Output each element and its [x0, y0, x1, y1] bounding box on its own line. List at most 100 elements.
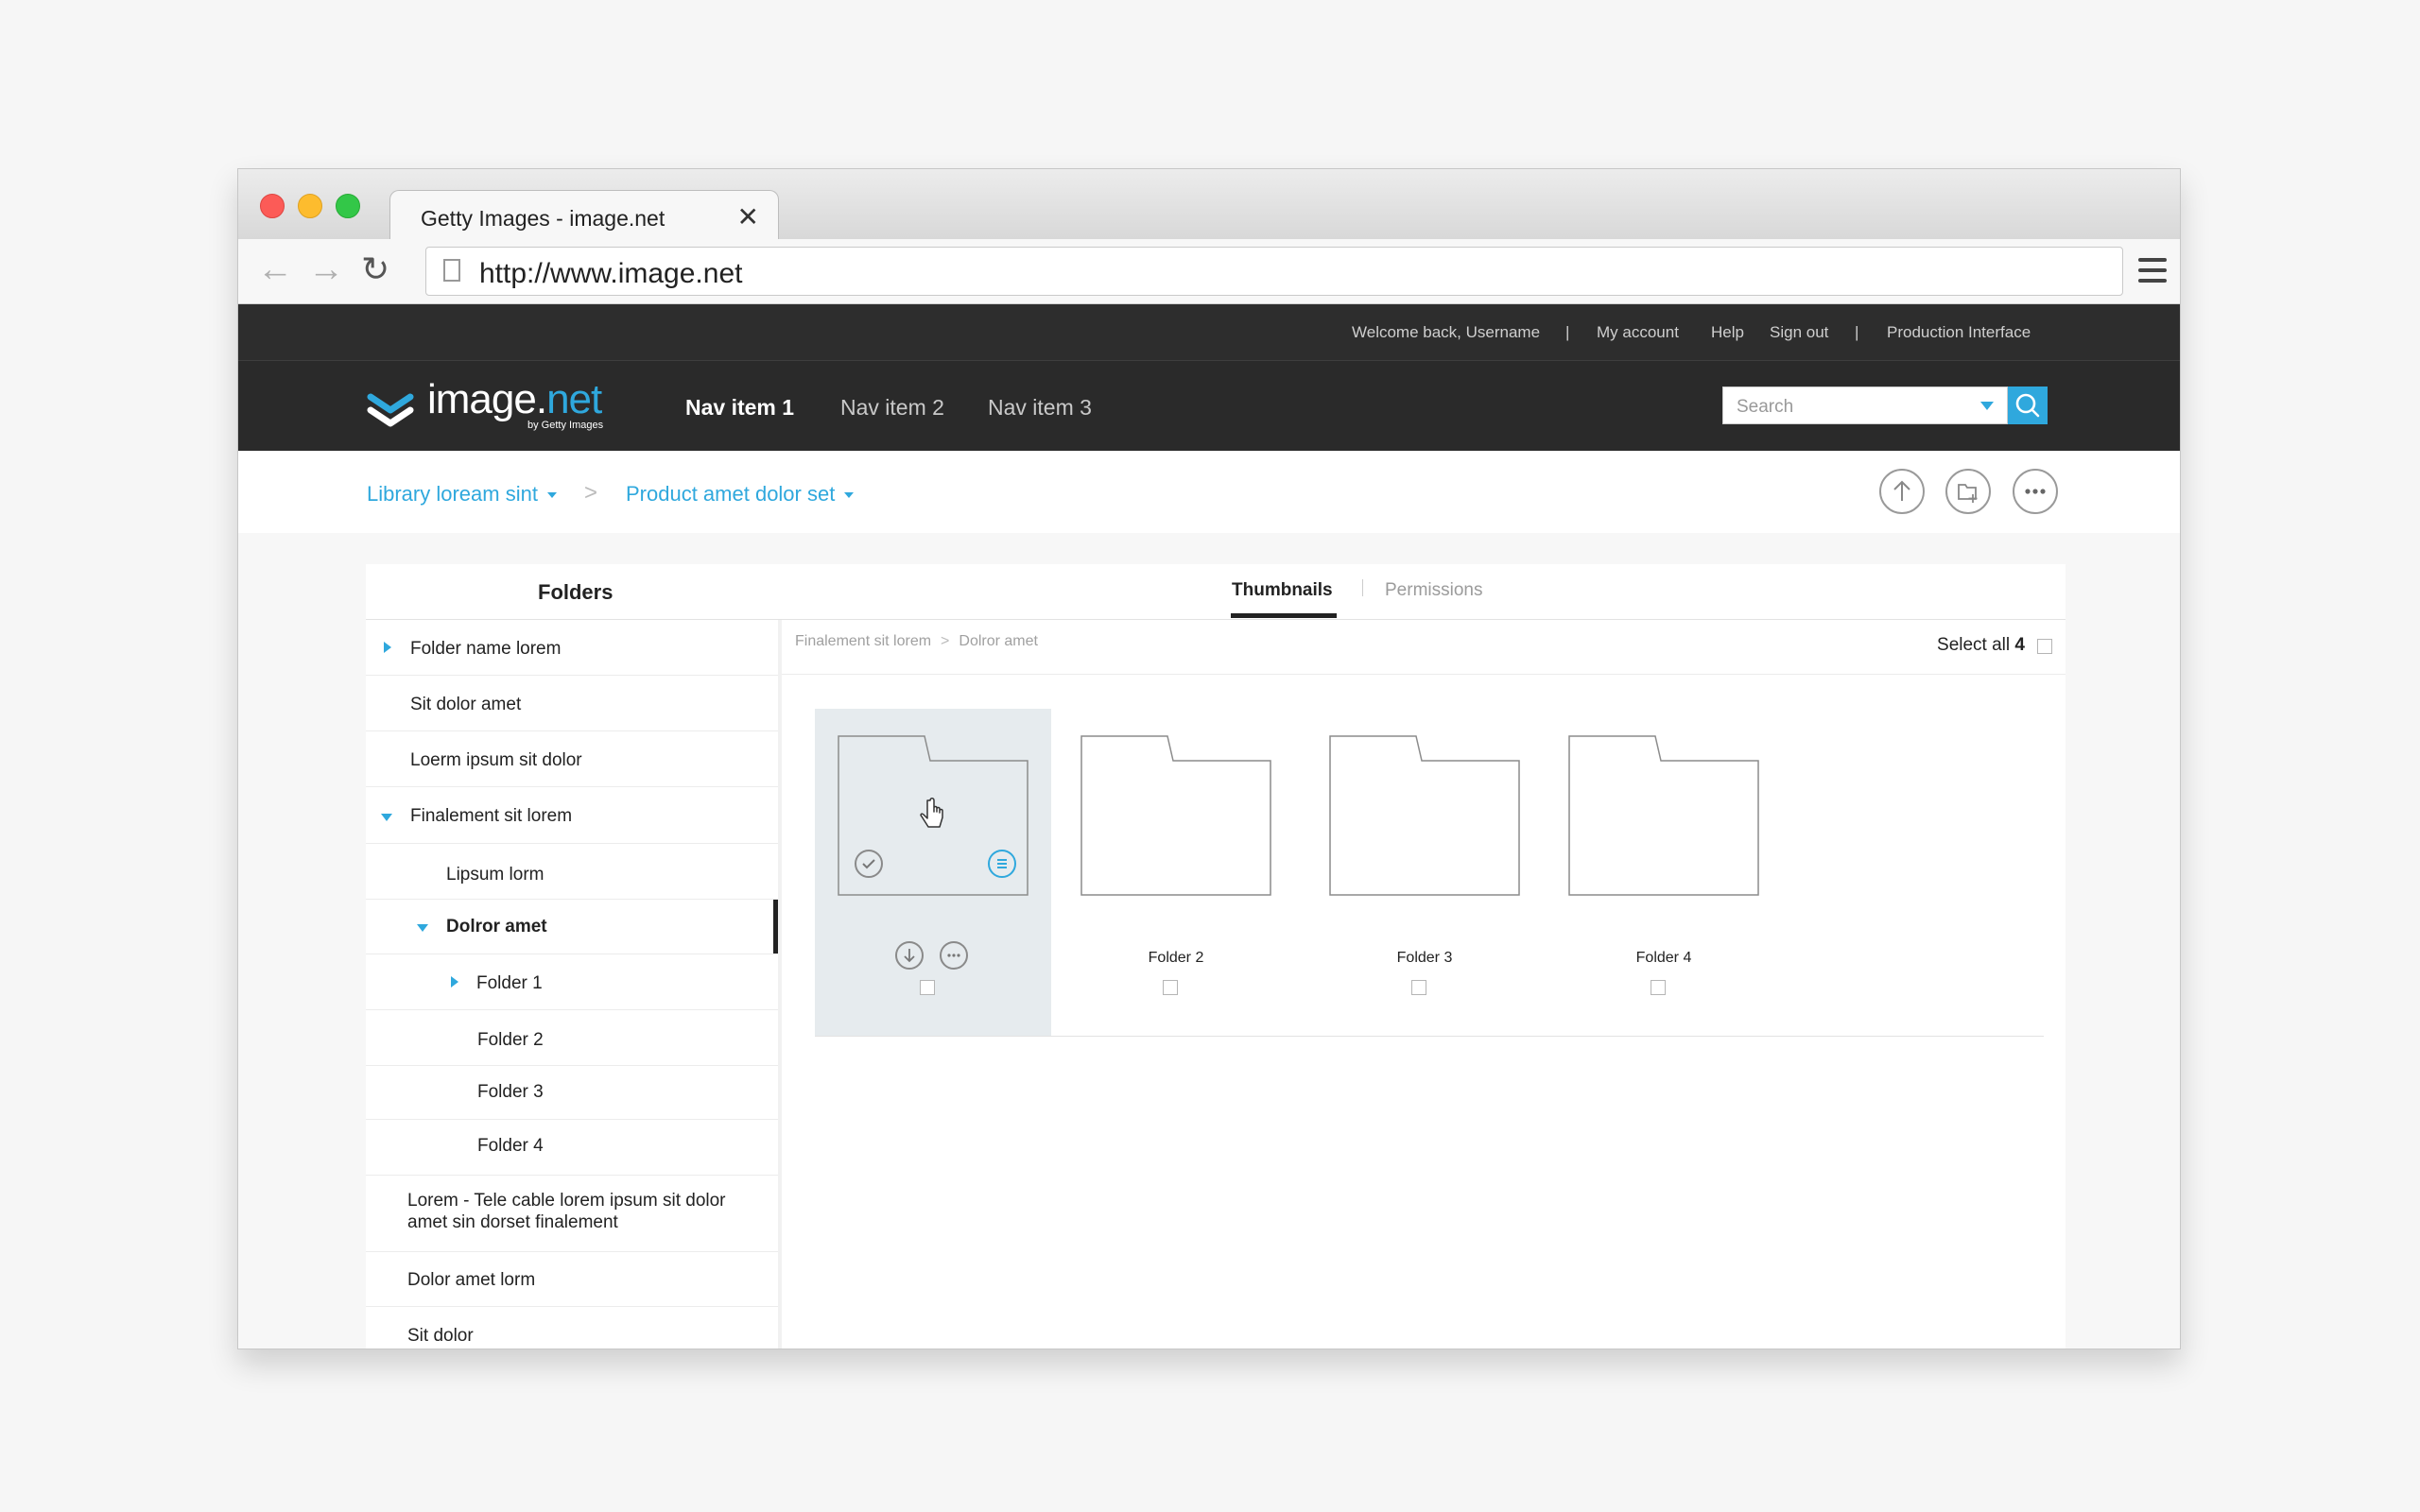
tree-item[interactable]: Lipsum lorm [366, 844, 778, 900]
caret-right-icon[interactable] [384, 642, 391, 653]
trail-item[interactable]: Finalement sit lorem [795, 633, 931, 649]
card-more-button[interactable] [940, 941, 968, 970]
nav-item-3[interactable]: Nav item 3 [988, 395, 1092, 421]
search-scope-dropdown-icon[interactable] [1980, 402, 1994, 410]
folder-checkbox[interactable] [1163, 980, 1178, 995]
help-link[interactable]: Help [1711, 323, 1744, 342]
tree-item-label: Sit dolor [407, 1326, 474, 1346]
tree-item[interactable]: Sit dolor amet [366, 676, 778, 731]
trail-item[interactable]: Dolror amet [959, 633, 1038, 649]
tree-item-label: Dolror amet [446, 917, 547, 936]
add-folder-icon [1958, 484, 1978, 503]
chevron-down-icon [546, 492, 557, 499]
upload-icon [1893, 480, 1910, 501]
folders-title: Folders [538, 580, 614, 604]
details-icon [997, 859, 1007, 868]
production-interface-link[interactable]: Production Interface [1887, 323, 2031, 342]
tree-item[interactable]: Folder 2 [366, 1010, 778, 1066]
selection-indicator [773, 900, 778, 954]
folder-card[interactable]: Folder 2 [1058, 709, 1294, 1036]
more-icon [2025, 489, 2046, 494]
my-account-link[interactable]: My account [1597, 323, 1679, 342]
address-bar[interactable]: http://www.image.net [425, 247, 2123, 296]
reload-icon[interactable]: ↻ [361, 250, 389, 288]
logo-mark-icon [367, 393, 414, 427]
tree-item-label: Folder 1 [476, 973, 543, 993]
search-button[interactable] [2008, 387, 2048, 424]
search-placeholder: Search [1737, 397, 1794, 417]
tree-item[interactable]: Finalement sit lorem [366, 787, 778, 844]
maximize-window-button[interactable] [336, 194, 360, 218]
tree-item-label: Finalement sit lorem [410, 806, 573, 826]
search-input[interactable]: Search [1722, 387, 2008, 424]
tree-item[interactable]: Folder name lorem [366, 620, 778, 676]
tree-item[interactable]: Folder 1 [366, 954, 778, 1010]
download-button[interactable] [895, 941, 924, 970]
library-panel: Folders Thumbnails Permissions Folder na… [366, 564, 2066, 1349]
tree-item-label: Lipsum lorm [446, 865, 544, 885]
tree-item-label: Folder name lorem [410, 639, 562, 659]
tree-item-label: Dolor amet lorm [407, 1270, 536, 1290]
welcome-text: Welcome back, Username [1352, 323, 1541, 341]
product-dropdown[interactable]: Product amet dolor set [626, 482, 855, 507]
nav-item-2[interactable]: Nav item 2 [840, 395, 944, 421]
caret-down-icon[interactable] [381, 814, 392, 821]
folder-checkbox[interactable] [920, 980, 935, 995]
more-icon [947, 954, 960, 957]
folder-icon [1080, 735, 1271, 896]
tree-item[interactable]: Folder 3 [366, 1066, 778, 1120]
active-tab-indicator [1231, 613, 1337, 618]
folder-icon [1568, 735, 1759, 896]
tree-item[interactable]: Sit dolor [366, 1307, 778, 1349]
folder-label: Folder 3 [1396, 950, 1453, 966]
add-folder-button[interactable] [1945, 469, 1991, 514]
sign-out-link[interactable]: Sign out [1770, 323, 1828, 342]
upload-button[interactable] [1879, 469, 1925, 514]
close-window-button[interactable] [260, 194, 285, 218]
tab-close-icon[interactable]: ✕ [737, 201, 759, 232]
browser-titlebar: Getty Images - image.net ✕ [238, 169, 2180, 241]
more-options-button[interactable] [2013, 469, 2058, 514]
main-nav: image.net by Getty Images Nav item 1 Nav… [238, 361, 2180, 451]
tab-title: Getty Images - image.net [421, 206, 666, 231]
tree-item[interactable]: Dolor amet lorm [366, 1252, 778, 1307]
content-breadcrumb: Finalement sit lorem > Dolror amet [795, 633, 1038, 650]
util-separator: | [1565, 323, 1570, 341]
folder-card[interactable] [815, 709, 1051, 1036]
folder-card[interactable]: Folder 3 [1306, 709, 1543, 1036]
library-dropdown[interactable]: Library loream sint [367, 482, 557, 507]
tree-item-selected[interactable]: Dolror amet [366, 900, 778, 954]
tree-item[interactable]: Loerm ipsum sit dolor [366, 731, 778, 787]
folder-card[interactable]: Folder 4 [1546, 709, 1782, 1036]
check-icon [862, 859, 875, 869]
hamburger-menu-icon[interactable] [2138, 258, 2167, 283]
util-separator: | [1855, 323, 1859, 341]
download-icon [904, 949, 915, 963]
cursor-hand-icon [920, 798, 943, 828]
breadcrumb-separator: > [584, 480, 598, 506]
folder-checkbox[interactable] [1651, 980, 1666, 995]
back-arrow-icon[interactable]: ← [257, 250, 293, 288]
tab-divider [1362, 579, 1363, 596]
nav-item-1[interactable]: Nav item 1 [685, 395, 794, 421]
browser-window: Getty Images - image.net ✕ ← → ↻ http://… [237, 168, 2181, 1349]
tree-item-label: Folder 2 [477, 1030, 544, 1050]
minimize-window-button[interactable] [298, 194, 322, 218]
caret-down-icon[interactable] [417, 924, 428, 932]
details-button[interactable] [988, 850, 1016, 878]
content-toolbar: Finalement sit lorem > Dolror amet Select … [782, 620, 2066, 675]
url-text[interactable]: http://www.image.net [479, 258, 742, 290]
tree-item[interactable]: Folder 4 [366, 1120, 778, 1176]
check-button[interactable] [855, 850, 883, 878]
select-all-checkbox[interactable] [2037, 639, 2052, 654]
folder-checkbox[interactable] [1411, 980, 1426, 995]
tab-thumbnails[interactable]: Thumbnails [1232, 580, 1333, 601]
caret-right-icon[interactable] [451, 976, 458, 988]
browser-tab[interactable]: Getty Images - image.net ✕ [389, 190, 779, 241]
tree-item[interactable]: Lorem - Tele cable lorem ipsum sit dolor… [366, 1176, 778, 1252]
trail-separator: > [941, 633, 950, 649]
sub-header: Library loream sint > Product amet dolor… [238, 452, 2180, 533]
forward-arrow-icon[interactable]: → [308, 250, 344, 288]
panel-header: Folders Thumbnails Permissions [366, 564, 2066, 620]
tab-permissions[interactable]: Permissions [1385, 580, 1482, 601]
